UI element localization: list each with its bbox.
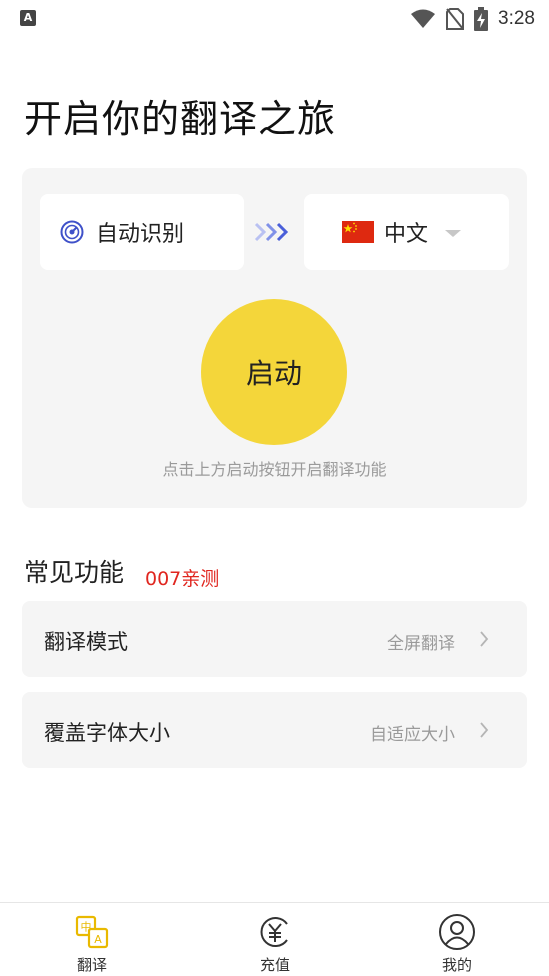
tab-label: 充值 bbox=[259, 956, 290, 974]
start-button-label: 启动 bbox=[245, 357, 302, 390]
overlay-font-size-row[interactable]: 覆盖字体大小 自适应大小 bbox=[22, 692, 527, 768]
status-icons: 3:28 bbox=[410, 6, 535, 32]
source-language-selector[interactable]: 自动识别 bbox=[40, 194, 244, 270]
source-language-label: 自动识别 bbox=[96, 222, 185, 247]
row-label: 翻译模式 bbox=[44, 630, 128, 654]
translation-mode-row[interactable]: 翻译模式 全屏翻译 bbox=[22, 601, 527, 677]
bottom-tab-bar: 中 A 翻译 充值 我的 bbox=[0, 902, 549, 976]
tab-label: 翻译 bbox=[76, 956, 107, 974]
profile-icon bbox=[439, 914, 475, 950]
tab-translate[interactable]: 中 A 翻译 bbox=[42, 913, 142, 975]
target-language-label: 中文 bbox=[384, 222, 429, 247]
battery-charging-icon bbox=[474, 7, 489, 31]
features-badge: 007亲测 bbox=[145, 568, 220, 590]
chevron-down-icon bbox=[445, 230, 461, 237]
clock: 3:28 bbox=[498, 8, 535, 29]
features-section-title: 常见功能 bbox=[24, 558, 125, 587]
tab-label: 我的 bbox=[441, 956, 472, 974]
row-label: 覆盖字体大小 bbox=[44, 721, 170, 745]
row-value: 自适应大小 bbox=[370, 725, 455, 745]
yuan-icon bbox=[260, 917, 288, 947]
status-bar: A 3:28 bbox=[0, 0, 549, 38]
translator-card: 自动识别 中文 启动 点击上方启动按钮开启翻译功能 bbox=[22, 168, 527, 508]
auto-detect-icon bbox=[60, 220, 84, 244]
tab-recharge[interactable]: 充值 bbox=[225, 913, 325, 975]
no-sim-icon bbox=[446, 8, 465, 30]
translate-icon: 中 A bbox=[75, 915, 109, 949]
china-flag-icon bbox=[342, 221, 374, 243]
page-title: 开启你的翻译之旅 bbox=[24, 97, 337, 141]
direction-arrows-icon bbox=[254, 222, 289, 242]
tab-profile[interactable]: 我的 bbox=[407, 913, 507, 975]
chevron-right-icon bbox=[480, 631, 489, 647]
wifi-icon bbox=[411, 9, 436, 28]
svg-text:A: A bbox=[94, 933, 102, 946]
start-button[interactable]: 启动 bbox=[201, 299, 347, 445]
target-language-selector[interactable]: 中文 bbox=[304, 194, 509, 270]
row-value: 全屏翻译 bbox=[387, 634, 455, 654]
app-notification-icon: A bbox=[20, 10, 36, 26]
start-hint: 点击上方启动按钮开启翻译功能 bbox=[162, 460, 387, 479]
chevron-right-icon bbox=[480, 722, 489, 738]
